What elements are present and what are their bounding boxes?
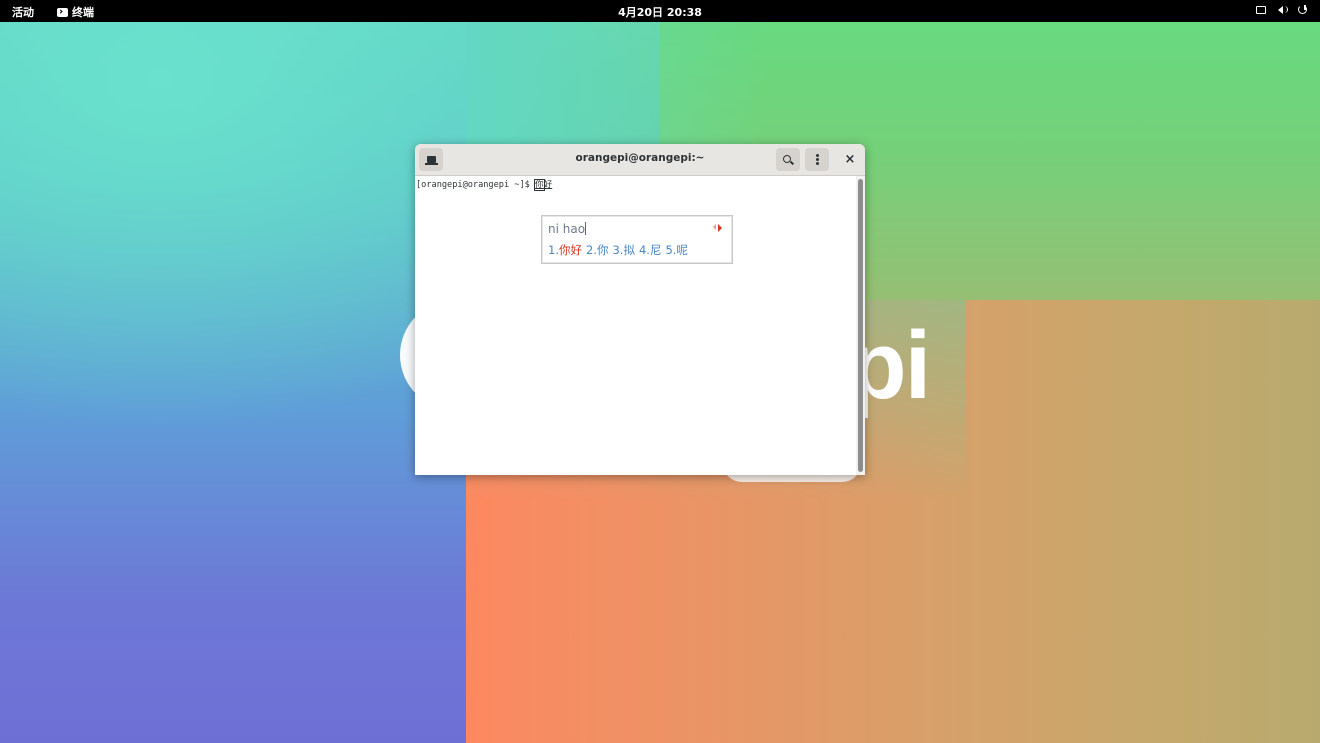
menu-button[interactable] xyxy=(805,148,829,171)
preedit-cursor-char: 你 xyxy=(534,179,545,191)
prompt-line: [orangepi@orangepi ~]$ 你好 xyxy=(416,178,553,191)
ime-candidate[interactable]: 2.你 xyxy=(586,242,608,258)
desktop: pi 活动 终端 4月20日 20:38 orangepi@orangepi:~ xyxy=(0,0,1320,743)
candidate-index: 5. xyxy=(665,243,677,257)
ime-candidate-list: 1.你好 2.你 3.拟 4.尼 5.呢 xyxy=(548,242,688,258)
close-button[interactable]: × xyxy=(838,148,862,171)
search-icon xyxy=(783,154,791,163)
scrollbar-thumb[interactable] xyxy=(858,179,863,472)
power-icon[interactable] xyxy=(1298,4,1310,16)
new-tab-icon xyxy=(424,156,438,165)
candidate-index: 3. xyxy=(612,243,624,257)
menu-icon xyxy=(815,158,819,161)
screen-icon[interactable] xyxy=(1256,4,1268,16)
new-tab-button[interactable] xyxy=(419,148,443,171)
top-bar: 活动 终端 4月20日 20:38 xyxy=(0,0,1320,22)
candidate-text: 尼 xyxy=(649,243,662,257)
clock[interactable]: 4月20日 20:38 xyxy=(0,4,1320,20)
scrollbar[interactable] xyxy=(856,176,865,475)
volume-icon[interactable] xyxy=(1277,4,1289,16)
terminal-titlebar[interactable]: orangepi@orangepi:~ × xyxy=(415,144,865,176)
candidate-index: 1. xyxy=(548,243,559,257)
search-button[interactable] xyxy=(776,148,800,171)
ime-page-arrows[interactable] xyxy=(713,224,722,232)
ime-candidate-window: ni hao 1.你好 2.你 3.拟 4.尼 5.呢 xyxy=(541,215,733,264)
candidate-text: 你好 xyxy=(558,243,582,257)
ime-caret xyxy=(585,222,587,235)
candidate-text: 拟 xyxy=(623,243,635,257)
terminal-window[interactable]: orangepi@orangepi:~ × [orangepi@orangepi… xyxy=(415,144,865,475)
ime-candidate[interactable]: 4.尼 xyxy=(639,242,661,258)
candidate-text: 呢 xyxy=(676,243,688,257)
candidate-index: 4. xyxy=(638,243,650,257)
preedit-rest: 好 xyxy=(543,180,553,190)
page-prev-icon[interactable] xyxy=(713,224,716,230)
ime-candidate[interactable]: 5.呢 xyxy=(665,242,687,258)
candidate-index: 2. xyxy=(585,243,597,257)
close-icon: × xyxy=(844,152,856,167)
ime-candidate[interactable]: 1.你好 xyxy=(548,242,582,258)
candidate-text: 你 xyxy=(596,243,609,257)
ime-preedit-text: ni hao xyxy=(548,222,586,236)
preedit-text: 你好 xyxy=(534,179,553,191)
ime-preedit: ni hao xyxy=(548,222,587,236)
page-next-icon[interactable] xyxy=(718,224,722,232)
ime-candidate[interactable]: 3.拟 xyxy=(612,242,634,258)
prompt-text: [orangepi@orangepi ~]$ xyxy=(416,180,535,190)
system-tray[interactable] xyxy=(1256,4,1310,16)
